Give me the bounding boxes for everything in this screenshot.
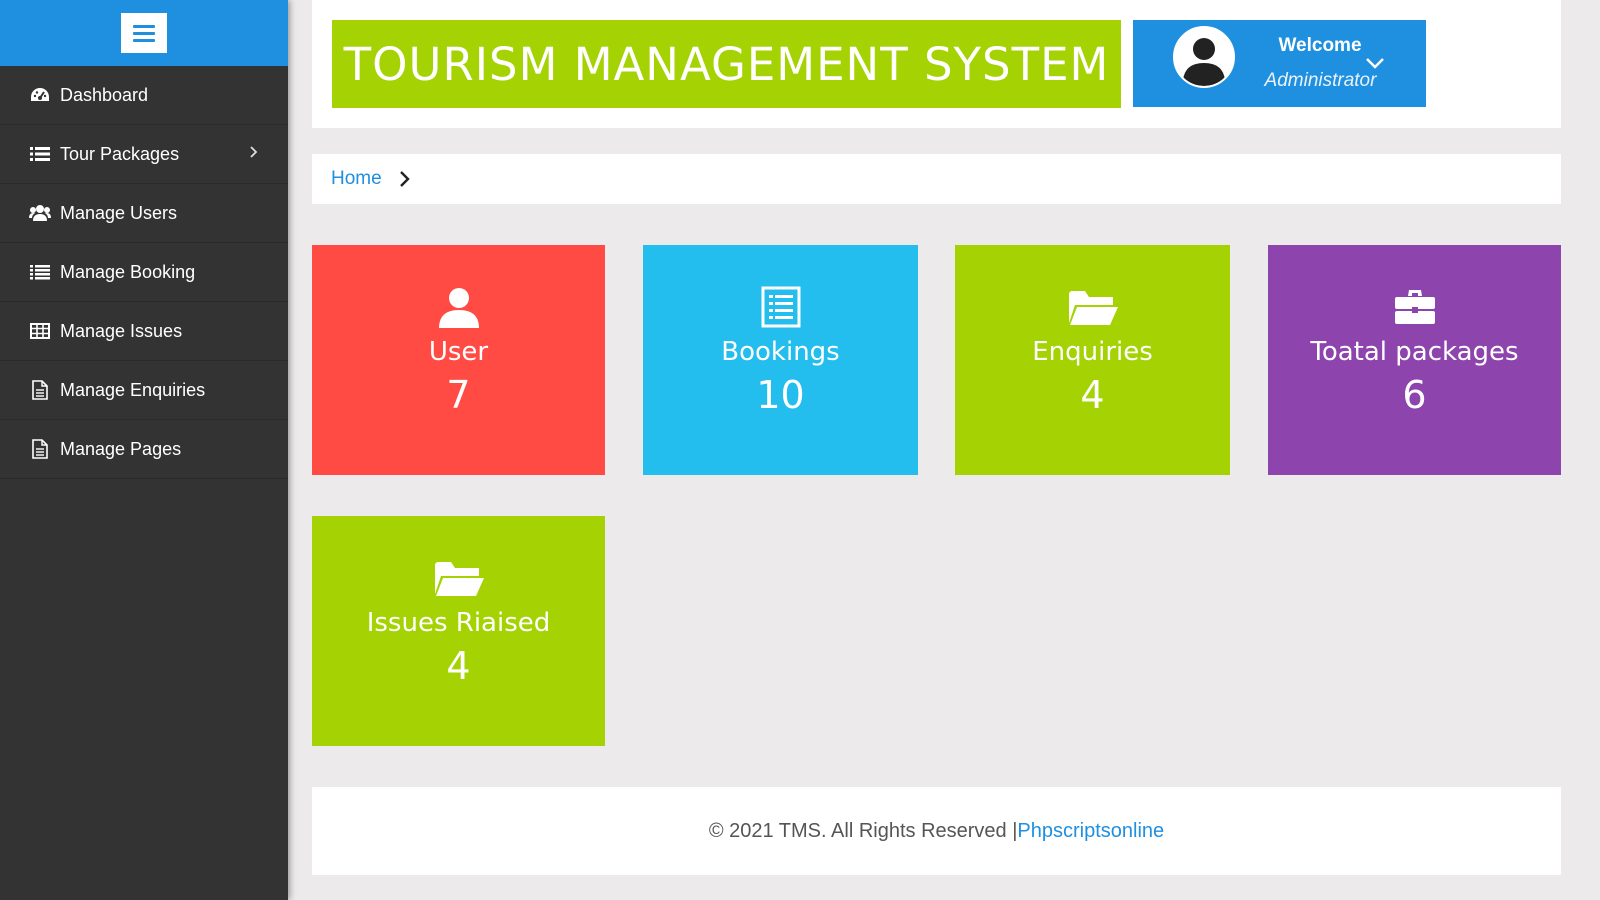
stat-card-label: Issues Riaised bbox=[366, 608, 551, 638]
list-icon bbox=[29, 262, 51, 282]
table-icon bbox=[29, 321, 51, 341]
sidebar-item-label: Dashboard bbox=[60, 84, 149, 105]
top-header: TOURISM MANAGEMENT SYSTEM Welcome Admini… bbox=[312, 0, 1561, 128]
breadcrumb-home-link[interactable]: Home bbox=[331, 168, 382, 190]
hamburger-icon[interactable] bbox=[121, 13, 167, 53]
stat-card-users[interactable]: User 7 bbox=[312, 245, 605, 475]
app-title: TOURISM MANAGEMENT SYSTEM bbox=[343, 37, 1110, 91]
sidebar-item-manage-pages[interactable]: Manage Pages bbox=[0, 420, 288, 479]
chevron-right-icon bbox=[398, 169, 410, 189]
sidebar-item-label: Tour Packages bbox=[60, 143, 180, 164]
chevron-right-icon[interactable] bbox=[248, 143, 258, 164]
briefcase-icon bbox=[1394, 283, 1436, 331]
dashboard-gauge-icon bbox=[29, 85, 51, 105]
sidebar-menu: Dashboard Tour Packages Manage Users Man… bbox=[0, 66, 288, 479]
stat-card-label: Bookings bbox=[721, 337, 840, 367]
folder-open-icon bbox=[433, 554, 485, 602]
stat-card-label: User bbox=[428, 337, 489, 367]
sidebar-item-label: Manage Enquiries bbox=[60, 379, 206, 400]
stat-card-total-packages[interactable]: Toatal packages 6 bbox=[1268, 245, 1561, 475]
stat-card-label: Enquiries bbox=[1032, 337, 1153, 367]
footer-link[interactable]: Phpscriptsonline bbox=[1017, 820, 1164, 843]
user-profile-dropdown[interactable]: Welcome Administrator bbox=[1133, 20, 1426, 107]
chevron-down-icon[interactable] bbox=[1365, 56, 1385, 75]
sidebar-item-tour-packages[interactable]: Tour Packages bbox=[0, 125, 288, 184]
sidebar: Dashboard Tour Packages Manage Users Man… bbox=[0, 0, 288, 900]
sidebar-item-manage-issues[interactable]: Manage Issues bbox=[0, 302, 288, 361]
stat-card-enquiries[interactable]: Enquiries 4 bbox=[955, 245, 1230, 475]
breadcrumb: Home bbox=[312, 154, 1561, 204]
stat-card-value: 4 bbox=[1080, 373, 1105, 417]
sidebar-item-label: Manage Users bbox=[60, 202, 178, 223]
stat-card-bookings[interactable]: Bookings 10 bbox=[643, 245, 918, 475]
sidebar-item-manage-enquiries[interactable]: Manage Enquiries bbox=[0, 361, 288, 420]
sidebar-item-manage-users[interactable]: Manage Users bbox=[0, 184, 288, 243]
list-alt-icon bbox=[761, 283, 801, 331]
welcome-text: Welcome bbox=[1278, 35, 1362, 56]
stat-card-value: 6 bbox=[1402, 373, 1427, 417]
avatar bbox=[1173, 26, 1235, 88]
sidebar-item-manage-booking[interactable]: Manage Booking bbox=[0, 243, 288, 302]
file-icon bbox=[29, 439, 51, 459]
footer-copyright: © 2021 TMS. All Rights Reserved | bbox=[708, 819, 1018, 842]
file-icon bbox=[29, 380, 51, 400]
footer: © 2021 TMS. All Rights Reserved | Phpscr… bbox=[312, 787, 1561, 875]
list-icon bbox=[29, 144, 51, 164]
sidebar-header bbox=[0, 0, 288, 66]
sidebar-item-label: Manage Pages bbox=[60, 438, 182, 459]
users-icon bbox=[29, 203, 51, 223]
sidebar-item-label: Manage Booking bbox=[60, 261, 196, 282]
app-title-banner: TOURISM MANAGEMENT SYSTEM bbox=[332, 20, 1121, 108]
stat-card-value: 4 bbox=[446, 644, 471, 688]
sidebar-item-dashboard[interactable]: Dashboard bbox=[0, 66, 288, 125]
stat-card-value: 10 bbox=[756, 373, 805, 417]
stat-card-value: 7 bbox=[446, 373, 471, 417]
folder-open-icon bbox=[1067, 283, 1119, 331]
user-icon bbox=[438, 283, 480, 331]
stat-card-label: Toatal packages bbox=[1310, 337, 1519, 367]
sidebar-item-label: Manage Issues bbox=[60, 320, 183, 341]
stat-card-issues[interactable]: Issues Riaised 4 bbox=[312, 516, 605, 746]
